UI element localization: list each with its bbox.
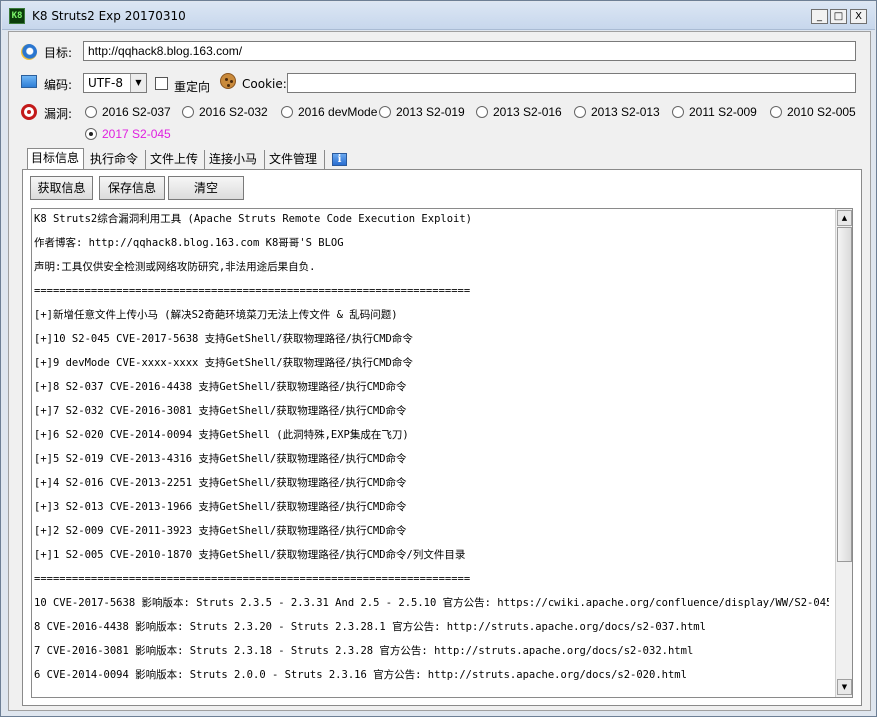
vuln-radio-5[interactable]	[574, 106, 586, 118]
output-line: [+]5 S2-019 CVE-2013-4316 支持GetShell/获取物…	[34, 453, 407, 465]
vuln-option-label-4[interactable]: 2013 S2-016	[493, 105, 562, 119]
output-line: [+]7 S2-032 CVE-2016-3081 支持GetShell/获取物…	[34, 405, 407, 417]
redirect-checkbox[interactable]	[155, 77, 168, 90]
output-line: [+]新增任意文件上传小马 (解决S2奇葩环境菜刀无法上传文件 & 乱码问题)	[34, 309, 398, 321]
fetch-info-button[interactable]: 获取信息	[30, 176, 93, 200]
output-line: [+]8 S2-037 CVE-2016-4438 支持GetShell/获取物…	[34, 381, 407, 393]
target-url-input[interactable]: http://qqhack8.blog.163.com/	[83, 41, 856, 61]
target-info-panel: 获取信息 保存信息 清空 K8 Struts2综合漏洞利用工具 (Apache …	[22, 169, 862, 706]
vuln-radio-2[interactable]	[281, 106, 293, 118]
vuln-radio-7[interactable]	[770, 106, 782, 118]
vuln-radio-1[interactable]	[182, 106, 194, 118]
output-line: [+]4 S2-016 CVE-2013-2251 支持GetShell/获取物…	[34, 477, 407, 489]
output-line: [+]1 S2-005 CVE-2010-1870 支持GetShell/获取物…	[34, 549, 466, 561]
clear-button[interactable]: 清空	[168, 176, 244, 200]
cookie-label: Cookie:	[242, 77, 287, 91]
vuln-option-label-3[interactable]: 2013 S2-019	[396, 105, 465, 119]
encoding-label: 编码:	[44, 78, 73, 92]
output-line: 8 CVE-2016-4438 影响版本: Struts 2.3.20 - St…	[34, 621, 706, 633]
vuln-option-label-5[interactable]: 2013 S2-013	[591, 105, 660, 119]
vuln-radio-6[interactable]	[672, 106, 684, 118]
vuln-option-label-1[interactable]: 2016 S2-032	[199, 105, 268, 119]
output-line: [+]2 S2-009 CVE-2011-3923 支持GetShell/获取物…	[34, 525, 407, 537]
tab-file-manager[interactable]: 文件管理	[266, 150, 325, 169]
output-line: ========================================…	[34, 285, 471, 297]
output-line: [+]10 S2-045 CVE-2017-5638 支持GetShell/获取…	[34, 333, 413, 345]
ie-globe-icon	[21, 44, 37, 60]
scroll-thumb[interactable]	[837, 227, 852, 562]
tab-target-info[interactable]: 目标信息	[27, 148, 84, 170]
vuln-option-label-2[interactable]: 2016 devMode	[298, 105, 377, 119]
close-button[interactable]: X	[850, 9, 867, 24]
maximize-button[interactable]: □	[830, 9, 847, 24]
target-icon	[21, 104, 37, 120]
output-line: [+]3 S2-013 CVE-2013-1966 支持GetShell/获取物…	[34, 501, 407, 513]
output-text: K8 Struts2综合漏洞利用工具 (Apache Struts Remote…	[34, 212, 829, 692]
encoding-select[interactable]: UTF-8 ▼	[83, 73, 147, 93]
vuln-option-label-6[interactable]: 2011 S2-009	[689, 105, 757, 119]
tab-file-upload[interactable]: 文件上传	[147, 150, 205, 169]
output-line: 作者博客: http://qqhack8.blog.163.com K8哥哥'S…	[34, 237, 344, 249]
redirect-label: 重定向	[174, 80, 211, 94]
chevron-down-icon[interactable]: ▼	[130, 74, 146, 92]
minimize-button[interactable]: _	[811, 9, 828, 24]
output-line: [+]6 S2-020 CVE-2014-0094 支持GetShell (此洞…	[34, 429, 409, 441]
app-window: K8 K8 Struts2 Exp 20170310 _ □ X 目标: htt…	[0, 0, 877, 717]
scroll-down-icon[interactable]: ▼	[837, 679, 852, 695]
client-area: 目标: http://qqhack8.blog.163.com/ 编码: UTF…	[8, 31, 871, 711]
vuln-option-label-8[interactable]: 2017 S2-045	[102, 127, 171, 141]
vuln-radio-0[interactable]	[85, 106, 97, 118]
output-line: 声明:工具仅供安全检测或网络攻防研究,非法用途后果自负.	[34, 261, 316, 273]
vuln-option-label-0[interactable]: 2016 S2-037	[102, 105, 171, 119]
output-line: [+]9 devMode CVE-xxxx-xxxx 支持GetShell/获取…	[34, 357, 413, 369]
target-label: 目标:	[44, 46, 73, 60]
output-textarea[interactable]: K8 Struts2综合漏洞利用工具 (Apache Struts Remote…	[31, 208, 853, 698]
vertical-scrollbar[interactable]: ▲ ▼	[835, 209, 852, 697]
vuln-label: 漏洞:	[44, 107, 73, 121]
tab-exec-command[interactable]: 执行命令	[87, 150, 146, 169]
window-title: K8 Struts2 Exp 20170310	[32, 9, 186, 23]
output-line: ========================================…	[34, 573, 471, 585]
output-line: 7 CVE-2016-3081 影响版本: Struts 2.3.18 - St…	[34, 645, 694, 657]
vuln-radio-8[interactable]	[85, 128, 97, 140]
window-icon	[21, 75, 37, 88]
tab-connect-shell[interactable]: 连接小马	[206, 150, 265, 169]
cookie-input[interactable]	[287, 73, 856, 93]
title-bar[interactable]: K8 K8 Struts2 Exp 20170310 _ □ X	[2, 2, 875, 30]
info-icon[interactable]: i	[332, 153, 347, 166]
encoding-selected-value: UTF-8	[88, 76, 123, 90]
save-info-button[interactable]: 保存信息	[99, 176, 165, 200]
output-line: K8 Struts2综合漏洞利用工具 (Apache Struts Remote…	[34, 213, 473, 225]
scroll-up-icon[interactable]: ▲	[837, 210, 852, 226]
vuln-radio-4[interactable]	[476, 106, 488, 118]
output-line: 10 CVE-2017-5638 影响版本: Struts 2.3.5 - 2.…	[34, 597, 829, 609]
output-line: 6 CVE-2014-0094 影响版本: Struts 2.0.0 - Str…	[34, 669, 687, 681]
app-logo-icon: K8	[9, 8, 25, 24]
vuln-option-label-7[interactable]: 2010 S2-005	[787, 105, 856, 119]
vuln-radio-3[interactable]	[379, 106, 391, 118]
cookie-icon	[220, 73, 236, 89]
